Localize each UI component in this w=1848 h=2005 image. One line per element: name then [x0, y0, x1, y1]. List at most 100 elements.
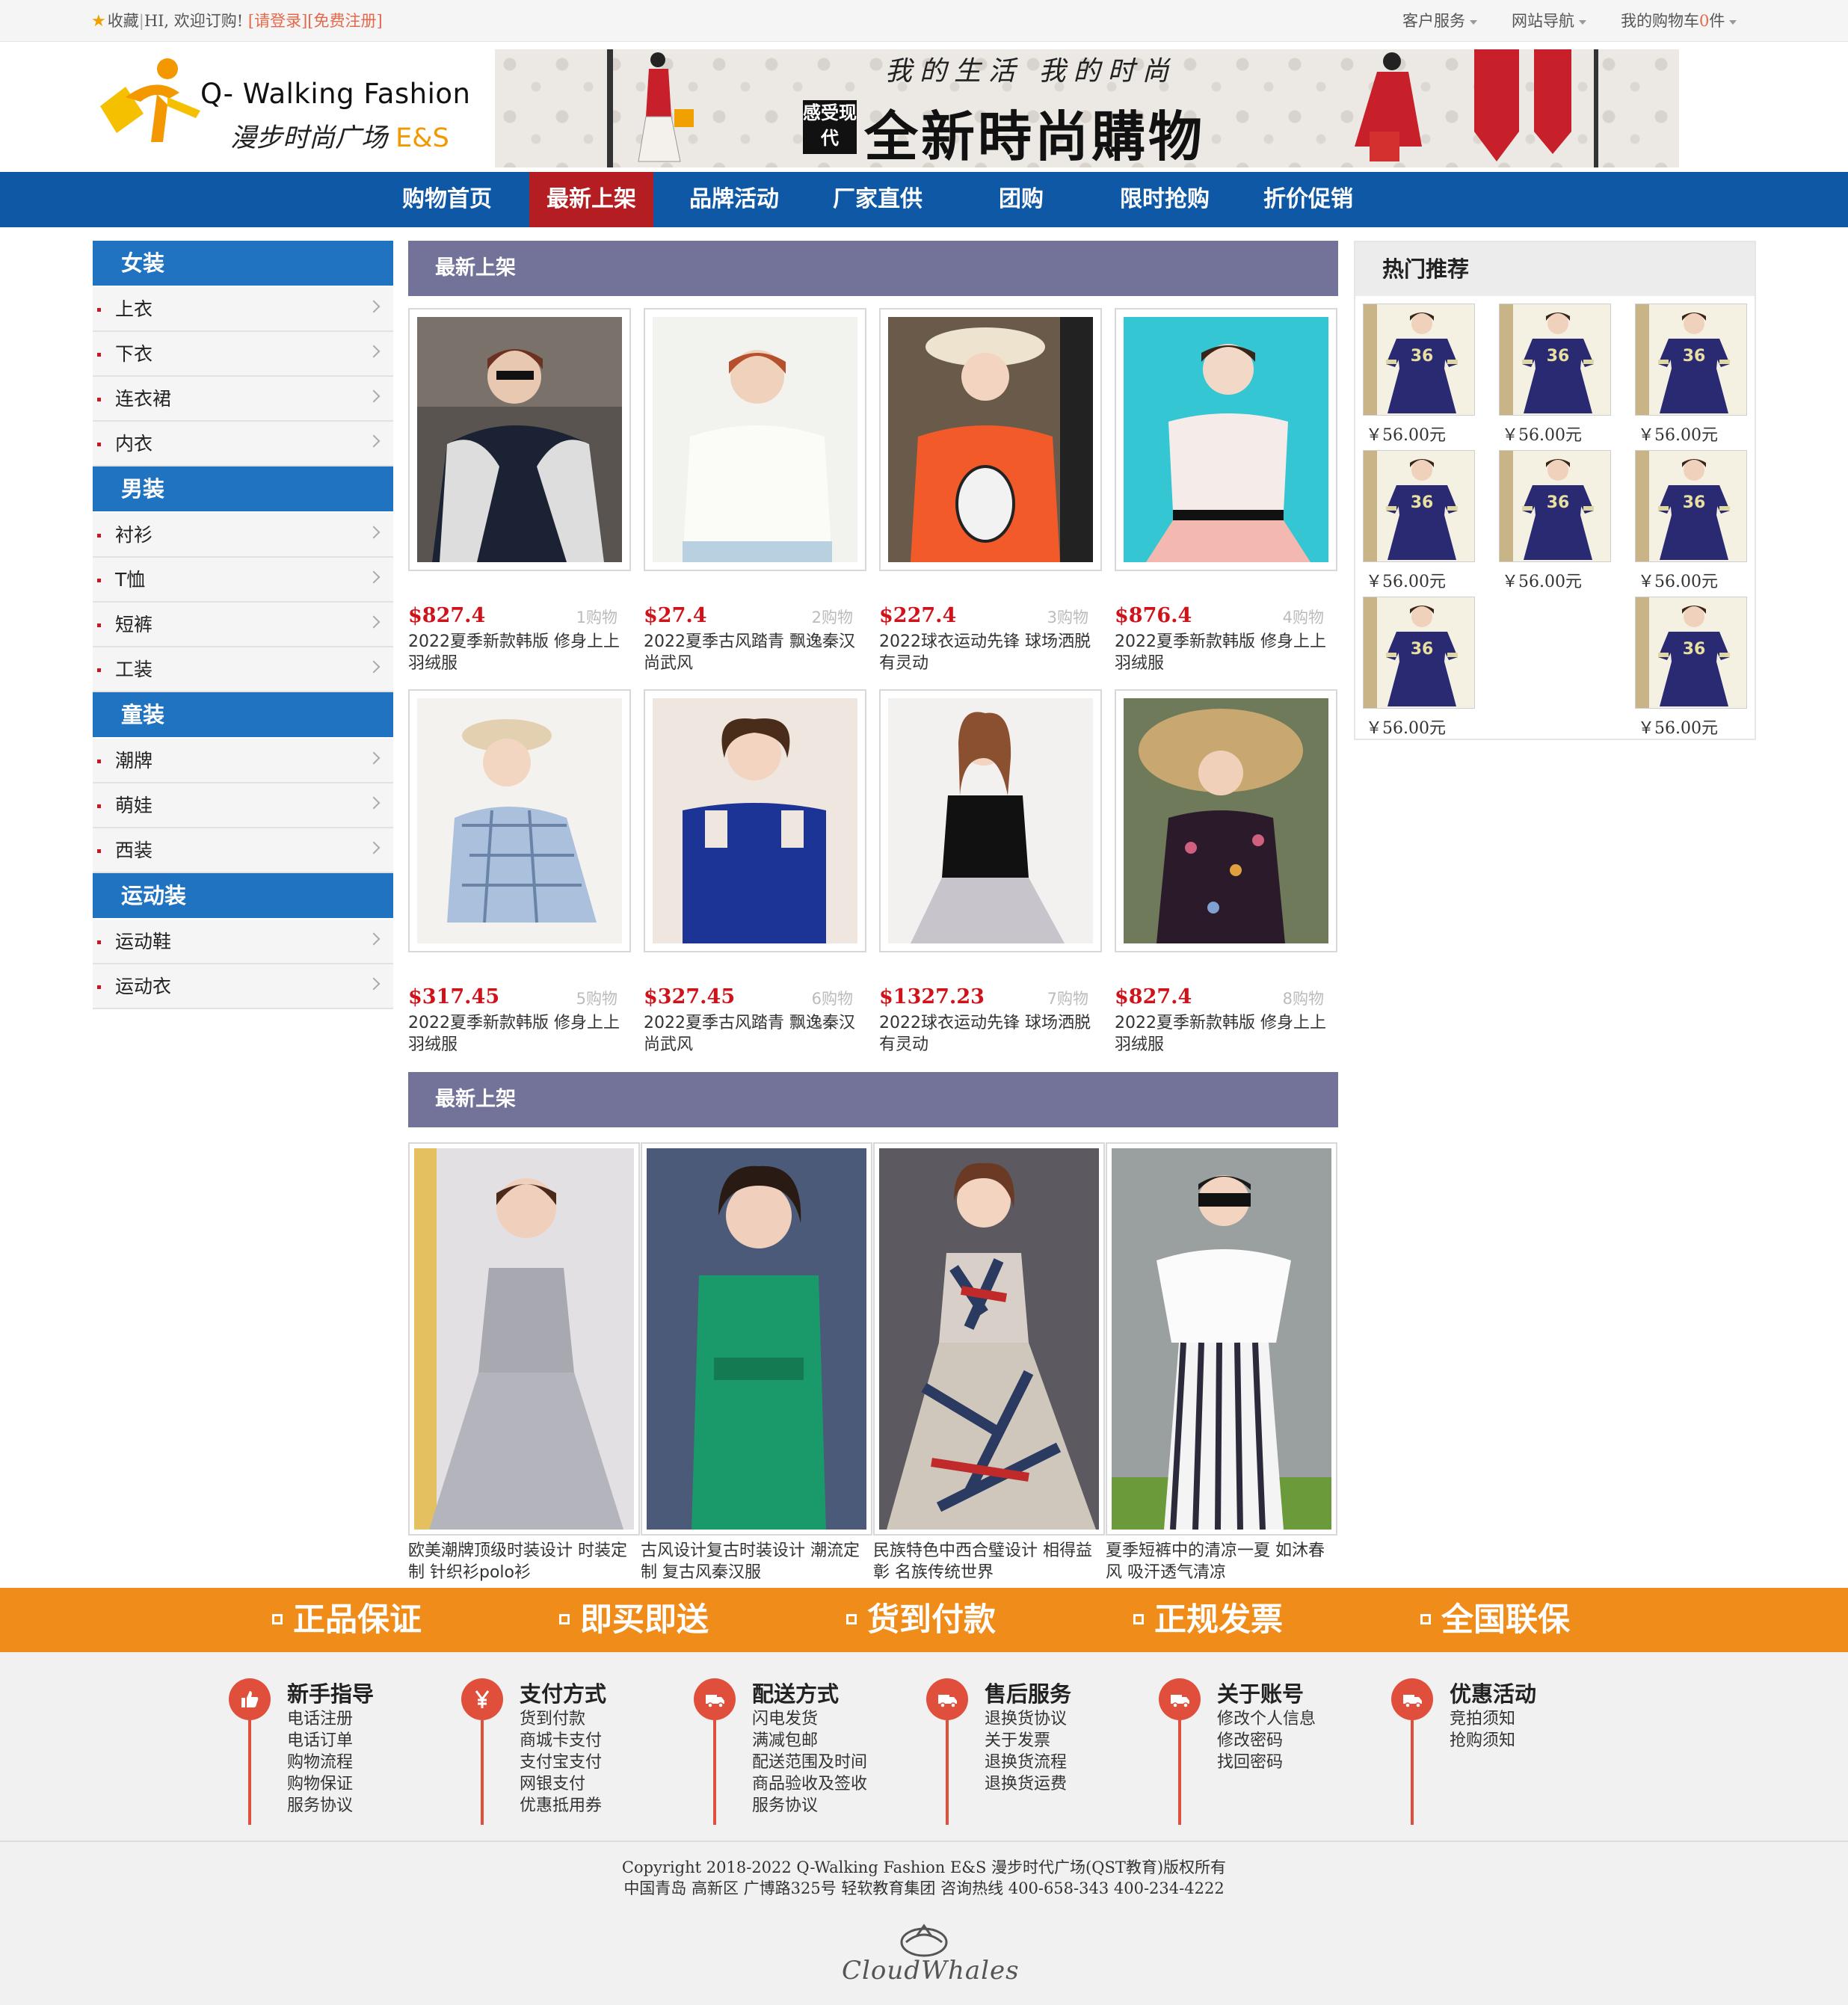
help-link[interactable]: 货到付款: [520, 1708, 602, 1730]
nav-item-home[interactable]: 购物首页: [386, 172, 508, 227]
product-image-frame[interactable]: [1115, 689, 1337, 952]
product-image-frame[interactable]: [1106, 1142, 1337, 1536]
site-nav-menu[interactable]: 网站导航: [1512, 9, 1586, 31]
hot-item-thumbnail[interactable]: 36: [1499, 450, 1611, 562]
product-card[interactable]: $1327.23 7购物 2022球衣运动先锋 球场洒脱有灵动: [879, 689, 1102, 1054]
product-name[interactable]: 2022夏季新款韩版 修身上上羽绒服: [408, 631, 626, 674]
favorite-link[interactable]: 收藏: [108, 12, 139, 30]
sidebar-item[interactable]: T恤: [93, 558, 393, 603]
category-sportswear[interactable]: 运动装: [93, 873, 393, 918]
help-link[interactable]: 退换货运费: [985, 1773, 1067, 1795]
help-link[interactable]: 退换货协议: [985, 1708, 1067, 1730]
product-image-frame[interactable]: [408, 308, 631, 571]
help-link[interactable]: 满减包邮: [752, 1730, 867, 1752]
product-image-frame[interactable]: [873, 1142, 1105, 1536]
hot-item-thumbnail[interactable]: 36: [1499, 304, 1611, 416]
hot-item-thumbnail[interactable]: 36: [1635, 304, 1747, 416]
help-link[interactable]: 电话订单: [287, 1730, 353, 1752]
featured-product-card[interactable]: 欧美潮牌顶级时装设计 时装定制 针织衫polo衫: [408, 1142, 640, 1582]
product-name[interactable]: 2022夏季古风踏青 飘逸秦汉尚武风: [644, 1012, 862, 1056]
cart-menu[interactable]: 我的购物车0件: [1621, 9, 1737, 31]
help-link[interactable]: 购物流程: [287, 1752, 353, 1773]
featured-product-card[interactable]: 夏季短裤中的清凉一夏 如沐春风 吸汗透气清凉: [1106, 1142, 1337, 1582]
product-name[interactable]: 欧美潮牌顶级时装设计 时装定制 针织衫polo衫: [408, 1540, 640, 1583]
sidebar-item[interactable]: 潮牌: [93, 739, 393, 783]
product-name[interactable]: 2022夏季古风踏青 飘逸秦汉尚武风: [644, 631, 862, 674]
sidebar-item[interactable]: 西装: [93, 828, 393, 873]
hot-item[interactable]: 36 ￥56.00元: [1363, 450, 1475, 591]
hot-item-thumbnail[interactable]: 36: [1363, 304, 1475, 416]
product-name[interactable]: 夏季短裤中的清凉一夏 如沐春风 吸汗透气清凉: [1106, 1540, 1337, 1583]
hot-item-thumbnail[interactable]: 36: [1363, 450, 1475, 562]
hot-item[interactable]: 36 ￥56.00元: [1499, 304, 1611, 445]
product-name[interactable]: 2022夏季新款韩版 修身上上羽绒服: [408, 1012, 626, 1056]
product-image-frame[interactable]: [408, 689, 631, 952]
help-link[interactable]: 修改密码: [1217, 1730, 1316, 1752]
category-women[interactable]: 女装: [93, 241, 393, 286]
help-link[interactable]: 竞拍须知: [1450, 1708, 1515, 1730]
product-image-frame[interactable]: [1115, 308, 1337, 571]
hot-item-thumbnail[interactable]: 36: [1635, 597, 1747, 709]
category-kids[interactable]: 童装: [93, 692, 393, 737]
help-link[interactable]: 退换货流程: [985, 1752, 1067, 1773]
help-link[interactable]: 商品验收及签收: [752, 1773, 867, 1795]
product-image-frame[interactable]: [879, 308, 1102, 571]
product-card[interactable]: $27.4 2购物 2022夏季古风踏青 飘逸秦汉尚武风: [644, 308, 866, 673]
sidebar-item[interactable]: 连衣裙: [93, 377, 393, 422]
help-link[interactable]: 找回密码: [1217, 1752, 1316, 1773]
category-men[interactable]: 男装: [93, 466, 393, 511]
product-card[interactable]: $876.4 4购物 2022夏季新款韩版 修身上上羽绒服: [1115, 308, 1337, 673]
sidebar-item[interactable]: 衬衫: [93, 513, 393, 558]
help-link[interactable]: 闪电发货: [752, 1708, 867, 1730]
nav-item-brand-events[interactable]: 品牌活动: [673, 172, 795, 227]
sidebar-item[interactable]: 工装: [93, 647, 393, 692]
sidebar-item[interactable]: 运动鞋: [93, 920, 393, 964]
nav-item-flash-sale[interactable]: 限时抢购: [1103, 172, 1226, 227]
product-image-frame[interactable]: [879, 689, 1102, 952]
product-name[interactable]: 古风设计复古时装设计 潮流定制 复古风秦汉服: [641, 1540, 872, 1583]
nav-item-group-buy[interactable]: 团购: [960, 172, 1082, 227]
help-link[interactable]: 服务协议: [752, 1795, 867, 1817]
product-name[interactable]: 2022夏季新款韩版 修身上上羽绒服: [1115, 1012, 1333, 1056]
product-buy-count[interactable]: 6购物: [812, 987, 853, 1009]
product-buy-count[interactable]: 7购物: [1047, 987, 1088, 1009]
help-link[interactable]: 网银支付: [520, 1773, 602, 1795]
sidebar-item[interactable]: 短裤: [93, 603, 393, 647]
hot-item-thumbnail[interactable]: 36: [1363, 597, 1475, 709]
help-link[interactable]: 支付宝支付: [520, 1752, 602, 1773]
star-icon[interactable]: ★: [91, 12, 106, 31]
sidebar-item[interactable]: 上衣: [93, 287, 393, 332]
product-name[interactable]: 民族特色中西合璧设计 相得益彰 名族传统世界: [873, 1540, 1105, 1583]
help-link[interactable]: 配送范围及时间: [752, 1752, 867, 1773]
product-name[interactable]: 2022球衣运动先锋 球场洒脱有灵动: [879, 631, 1097, 674]
nav-item-factory-direct[interactable]: 厂家直供: [816, 172, 939, 227]
product-card[interactable]: $327.45 6购物 2022夏季古风踏青 飘逸秦汉尚武风: [644, 689, 866, 1054]
hot-item-thumbnail[interactable]: 36: [1635, 450, 1747, 562]
product-card[interactable]: $827.4 8购物 2022夏季新款韩版 修身上上羽绒服: [1115, 689, 1337, 1054]
sidebar-item[interactable]: 运动衣: [93, 964, 393, 1009]
help-link[interactable]: 修改个人信息: [1217, 1708, 1316, 1730]
product-name[interactable]: 2022球衣运动先锋 球场洒脱有灵动: [879, 1012, 1097, 1056]
header-banner[interactable]: 我的生活 我的时尚 感受现代 全新時尚購物: [495, 49, 1679, 167]
product-image-frame[interactable]: [644, 308, 866, 571]
help-link[interactable]: 服务协议: [287, 1795, 353, 1817]
help-link[interactable]: 优惠抵用券: [520, 1795, 602, 1817]
product-buy-count[interactable]: 3购物: [1047, 606, 1088, 628]
nav-item-discounts[interactable]: 折价促销: [1247, 172, 1370, 227]
help-link[interactable]: 抢购须知: [1450, 1730, 1515, 1752]
sidebar-item[interactable]: 萌娃: [93, 783, 393, 828]
product-buy-count[interactable]: 8购物: [1283, 987, 1324, 1009]
help-link[interactable]: 电话注册: [287, 1708, 353, 1730]
product-card[interactable]: $227.4 3购物 2022球衣运动先锋 球场洒脱有灵动: [879, 308, 1102, 673]
hot-item[interactable]: 36 ￥56.00元: [1635, 450, 1747, 591]
product-buy-count[interactable]: 4购物: [1283, 606, 1324, 628]
register-link[interactable]: [免费注册]: [307, 12, 382, 30]
product-image-frame[interactable]: [644, 689, 866, 952]
sidebar-item[interactable]: 内衣: [93, 422, 393, 466]
help-link[interactable]: 购物保证: [287, 1773, 353, 1795]
customer-service-menu[interactable]: 客户服务: [1402, 9, 1477, 31]
hot-item[interactable]: 36 ￥56.00元: [1499, 450, 1611, 591]
help-link[interactable]: 关于发票: [985, 1730, 1067, 1752]
site-logo[interactable]: Q- Walking Fashion 漫步时尚广场 E&S: [96, 52, 473, 164]
product-buy-count[interactable]: 5购物: [576, 987, 617, 1009]
